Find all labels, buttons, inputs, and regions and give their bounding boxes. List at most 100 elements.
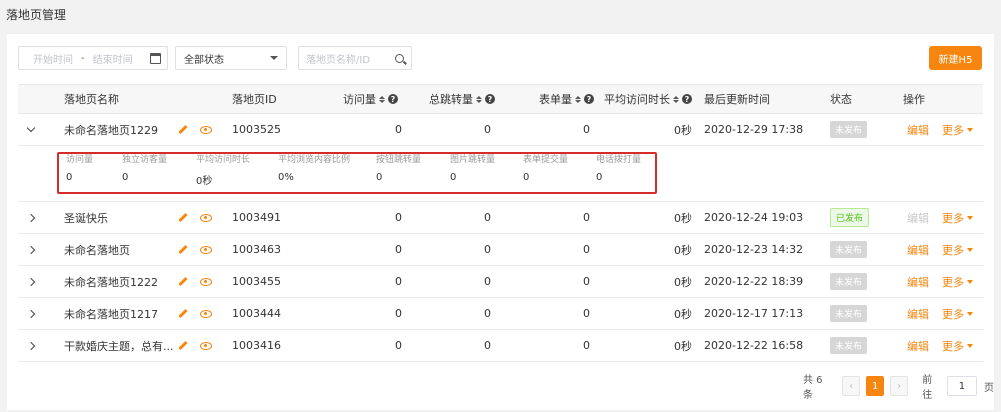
row-id: 1003525	[232, 123, 281, 136]
goto-label: 前往	[922, 375, 933, 401]
help-icon[interactable]: ?	[485, 94, 495, 104]
detail-stat: 访问量 0	[66, 152, 93, 183]
col-header-avg-time[interactable]: 平均访问时长 ?	[602, 85, 692, 113]
status-badge: 未发布	[830, 121, 868, 138]
row-id: 1003455	[232, 275, 281, 288]
status-badge: 未发布	[830, 305, 868, 322]
calendar-icon[interactable]	[150, 52, 161, 64]
col-header-jumps[interactable]: 总跳转量 ?	[403, 85, 495, 113]
status-select[interactable]: 全部状态	[175, 46, 287, 70]
more-dropdown[interactable]: 更多	[942, 338, 973, 354]
sort-icon[interactable]	[476, 95, 482, 103]
row-quick-actions	[178, 266, 228, 297]
more-label: 更多	[942, 275, 964, 289]
expand-toggle[interactable]	[26, 234, 48, 265]
chevron-right-icon[interactable]	[26, 277, 36, 286]
eye-icon[interactable]	[200, 245, 212, 254]
goto-page-input[interactable]	[946, 376, 977, 396]
chevron-down-icon[interactable]	[270, 56, 278, 60]
more-dropdown[interactable]: 更多	[942, 122, 973, 138]
row-forms: 0	[583, 275, 590, 288]
edit-link[interactable]: 编辑	[907, 338, 929, 354]
total-count: 共 6 条	[803, 375, 823, 401]
next-page-button[interactable]: ›	[890, 376, 909, 396]
end-date-placeholder[interactable]: 结束时间	[93, 51, 133, 66]
row-actions: 编辑 更多	[907, 330, 997, 361]
date-range-picker[interactable]: 开始时间 - 结束时间	[18, 46, 168, 70]
eye-icon[interactable]	[200, 277, 212, 286]
help-icon[interactable]: ?	[682, 94, 692, 104]
caret-down-icon	[967, 279, 973, 284]
row-avg-time: 0秒	[674, 243, 692, 257]
start-date-placeholder[interactable]: 开始时间	[33, 51, 73, 66]
edit-link[interactable]: 编辑	[907, 242, 929, 258]
chevron-right-icon[interactable]	[26, 309, 36, 318]
expand-toggle[interactable]	[26, 114, 48, 145]
col-header-name: 落地页名称	[64, 93, 119, 106]
row-updated: 2020-12-29 17:38	[704, 123, 804, 136]
detail-stat-label: 平均浏览内容比例	[278, 155, 351, 165]
row-avg-time: 0秒	[674, 211, 692, 225]
row-name: 干款婚庆主题，总有...	[64, 339, 174, 353]
more-dropdown[interactable]: 更多	[942, 274, 973, 290]
col-header-visits[interactable]: 访问量 ?	[318, 85, 398, 113]
eye-icon[interactable]	[200, 213, 212, 222]
row-jumps: 0	[484, 275, 491, 288]
row-id: 1003416	[232, 339, 281, 352]
more-dropdown[interactable]: 更多	[942, 242, 973, 258]
chevron-right-icon[interactable]	[26, 245, 36, 254]
row-quick-actions	[178, 202, 228, 233]
pencil-icon[interactable]	[178, 308, 188, 319]
pencil-icon[interactable]	[178, 212, 188, 223]
caret-down-icon	[967, 343, 973, 348]
row-id: 1003463	[232, 243, 281, 256]
search-icon[interactable]	[395, 53, 404, 63]
expand-toggle[interactable]	[26, 266, 48, 297]
row-avg-time: 0秒	[674, 307, 692, 321]
table-header: 落地页名称 落地页ID 访问量 ? 总跳转量 ? 表单量 ? 平均访问时长 ?	[18, 85, 983, 114]
new-h5-button[interactable]: 新建H5	[929, 46, 982, 70]
chevron-down-icon[interactable]	[26, 123, 36, 133]
search-input[interactable]: 落地页名称/ID	[298, 46, 412, 70]
row-jumps: 0	[484, 307, 491, 320]
pencil-icon[interactable]	[178, 244, 188, 255]
eye-icon[interactable]	[200, 309, 212, 318]
row-status: 未发布	[830, 330, 884, 361]
edit-link[interactable]: 编辑	[907, 210, 929, 226]
sort-icon[interactable]	[673, 95, 679, 103]
edit-link[interactable]: 编辑	[907, 306, 929, 322]
pencil-icon[interactable]	[178, 124, 188, 135]
pagination: 共 6 条 ‹ 1 › 前往 页	[803, 371, 994, 401]
help-icon[interactable]: ?	[584, 94, 594, 104]
expand-toggle[interactable]	[26, 330, 48, 361]
status-select-value: 全部状态	[184, 54, 224, 66]
sort-icon[interactable]	[379, 95, 385, 103]
expand-toggle[interactable]	[26, 298, 48, 329]
help-icon[interactable]: ?	[388, 94, 398, 104]
status-badge: 已发布	[830, 208, 870, 227]
more-dropdown[interactable]: 更多	[942, 306, 973, 322]
caret-down-icon	[967, 247, 973, 252]
row-detail-panel: 访问量 0 独立访客量 0 平均访问时长 0秒 平均浏览内容比例 0% 按钮跳转量 0 图片跳转量 0…	[18, 146, 983, 202]
expand-toggle[interactable]	[26, 202, 48, 233]
row-name: 未命名落地页	[64, 243, 130, 257]
chevron-right-icon[interactable]	[26, 341, 36, 350]
pencil-icon[interactable]	[178, 276, 188, 287]
row-visits: 0	[395, 307, 402, 320]
chevron-right-icon[interactable]	[26, 213, 36, 222]
eye-icon[interactable]	[200, 341, 212, 350]
detail-stat-label: 平均访问时长	[196, 155, 251, 165]
detail-stat-label: 访问量	[66, 155, 94, 165]
more-dropdown[interactable]: 更多	[942, 210, 973, 226]
eye-icon[interactable]	[200, 125, 212, 134]
edit-link[interactable]: 编辑	[907, 274, 929, 290]
detail-stat: 独立访客量 0	[122, 152, 167, 183]
pencil-icon[interactable]	[178, 340, 188, 351]
col-header-forms[interactable]: 表单量 ?	[504, 85, 594, 113]
page-number-current[interactable]: 1	[866, 376, 885, 396]
edit-link[interactable]: 编辑	[907, 122, 929, 138]
sort-icon[interactable]	[575, 95, 581, 103]
prev-page-button[interactable]: ‹	[842, 376, 861, 396]
row-id: 1003444	[232, 307, 281, 320]
detail-stat: 表单提交量 0	[523, 152, 568, 183]
